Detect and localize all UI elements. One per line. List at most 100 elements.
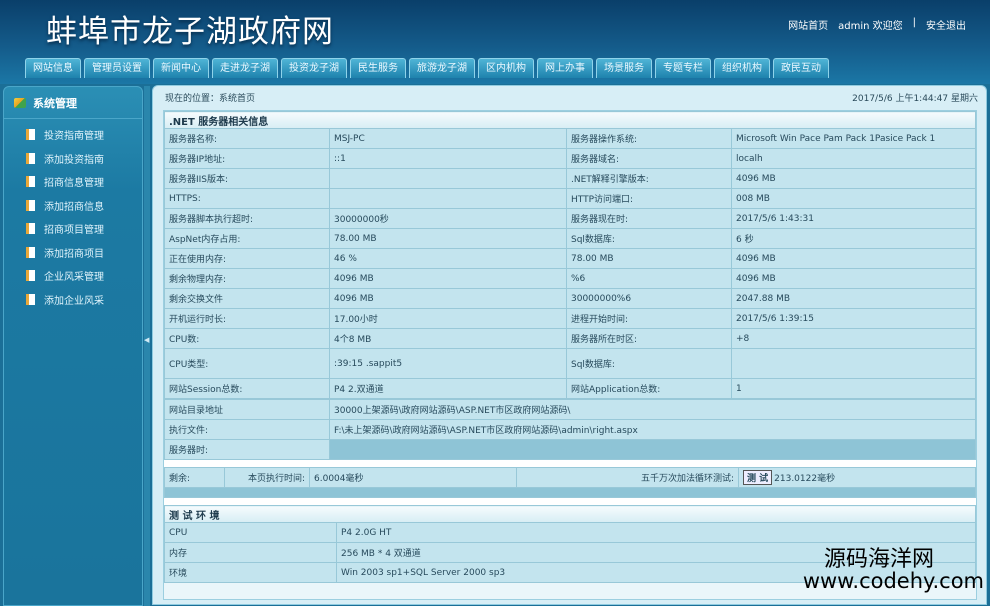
table-row: HTTPS: HTTP访问端口: 008 MB bbox=[164, 188, 976, 209]
table-row: 服务器IP地址:::1 服务器域名: localh bbox=[164, 148, 976, 169]
cell-value bbox=[329, 168, 567, 189]
document-icon bbox=[26, 152, 35, 164]
exec-time-label: 本页执行时间: bbox=[224, 467, 310, 488]
home-link[interactable]: 网站首页 bbox=[788, 17, 828, 32]
sidebar-item-label: 添加招商项目 bbox=[44, 248, 104, 260]
server-time-bar bbox=[329, 439, 976, 460]
cell-label: 服务器脚本执行超时: bbox=[164, 208, 330, 229]
section-title: .NET 服务器相关信息 bbox=[164, 111, 976, 129]
breadcrumb: 现在的位置：系统首页 bbox=[165, 93, 256, 104]
table-row: 服务器名称: MSJ-PC 服务器操作系统: Microsoft Win Pace P… bbox=[164, 128, 976, 149]
cell-label: 服务器名称: bbox=[164, 128, 330, 149]
sidebar-item[interactable]: 添加招商信息 bbox=[4, 194, 142, 218]
cell-label: 网站Application总数: bbox=[566, 378, 732, 399]
table-row: 开机运行时长: 17.00小时 进程开始时间: 2017/5/6 1:39:15 bbox=[164, 308, 976, 329]
loop-test-value: 213.0122毫秒 bbox=[774, 474, 836, 484]
cell-value: 4096 MB bbox=[731, 268, 976, 289]
cell-label: %6 bbox=[566, 268, 732, 289]
cell-value: F:\未上架源码\政府网站源码\ASP.NET市区政府网站源码\admin\ri… bbox=[329, 419, 976, 440]
cell-value: P4 2.双通道 bbox=[329, 378, 567, 399]
table-row: 剩余交换文件 4096 MB 30000000%6 2047.88 MB bbox=[164, 288, 976, 309]
watermark-name: 源码海洋网 bbox=[823, 547, 934, 572]
cell-value: 4096 MB bbox=[329, 288, 567, 309]
sidebar-item[interactable]: 招商信息管理 bbox=[4, 170, 142, 194]
cell-label: 执行文件: bbox=[164, 419, 330, 440]
nav-tab[interactable]: 旅游龙子湖 bbox=[409, 58, 475, 78]
main-nav: 网站信息 管理员设置 新闻中心 走进龙子湖 投资龙子湖 民生服务 旅游龙子湖 区内机构 网上办事… bbox=[25, 58, 829, 78]
cell-label: 进程开始时间: bbox=[566, 308, 732, 329]
sidebar-item[interactable]: 投资指南管理 bbox=[4, 123, 142, 147]
cell-label: HTTP访问端口: bbox=[566, 188, 732, 209]
cell-label: 开机运行时长: bbox=[164, 308, 330, 329]
nav-tab[interactable]: 专题专栏 bbox=[655, 58, 711, 78]
cell-value: localh bbox=[731, 148, 976, 169]
cell-value: 30000000秒 bbox=[329, 208, 567, 229]
cell-value: 46 % bbox=[329, 248, 567, 269]
cell-label: 网站Session总数: bbox=[164, 378, 330, 399]
nav-tab[interactable]: 区内机构 bbox=[478, 58, 534, 78]
table-row: 网站Session总数: P4 2.双通道 网站Application总数: 1 bbox=[164, 378, 976, 399]
cell-label: 服务器域名: bbox=[566, 148, 732, 169]
cell-label: HTTPS: bbox=[164, 188, 330, 209]
document-icon bbox=[26, 176, 35, 188]
table-row: 执行文件: F:\未上架源码\政府网站源码\ASP.NET市区政府网站源码\adm… bbox=[164, 419, 976, 440]
cell-value: Microsoft Win Pace Pam Pack 1Pasice Pack… bbox=[731, 128, 976, 149]
table-row: 服务器脚本执行超时: 30000000秒 服务器现在时: 2017/5/6 1:43:… bbox=[164, 208, 976, 229]
separator: | bbox=[912, 17, 916, 28]
sidebar-item[interactable]: 添加投资指南 bbox=[4, 147, 142, 171]
cell-label: CPU数: bbox=[164, 328, 330, 349]
nav-tab[interactable]: 走进龙子湖 bbox=[212, 58, 278, 78]
cell-label: 78.00 MB bbox=[566, 248, 732, 269]
nav-tab[interactable]: 政民互动 bbox=[773, 58, 829, 78]
document-icon bbox=[26, 246, 35, 258]
server-info-panel: .NET 服务器相关信息 服务器名称: MSJ-PC 服务器操作系统: Microso… bbox=[163, 110, 977, 600]
sidebar-item[interactable]: 添加企业风采 bbox=[4, 288, 142, 312]
sidebar-toggle-bar[interactable]: ◀ bbox=[144, 86, 150, 606]
table-row: CPU类型::39:15 .sappit5 Sql数据库: bbox=[164, 348, 976, 379]
cell-value: ::1 bbox=[329, 148, 567, 169]
location-bar: 现在的位置：系统首页 2017/5/6 上午1:44:47 星期六 bbox=[153, 86, 986, 108]
test-button[interactable]: 测 试 bbox=[743, 470, 773, 485]
exec-time-table: 剩余: 本页执行时间: 6.0004毫秒 五千万次加法循环测试: 测 试 213.… bbox=[164, 467, 976, 498]
nav-tab[interactable]: 管理员设置 bbox=[84, 58, 150, 78]
cell-label: CPU类型: bbox=[164, 348, 330, 379]
nav-tab[interactable]: 网站信息 bbox=[25, 58, 81, 78]
collapse-arrow-icon[interactable]: ◀ bbox=[144, 336, 149, 344]
nav-tab[interactable]: 民生服务 bbox=[350, 58, 406, 78]
logout-link[interactable]: 安全退出 bbox=[926, 17, 966, 32]
main-content: 现在的位置：系统首页 2017/5/6 上午1:44:47 星期六 .NET 服… bbox=[152, 85, 987, 605]
remain-label: 剩余: bbox=[164, 467, 225, 488]
sidebar-item[interactable]: 添加招商项目 bbox=[4, 241, 142, 265]
sidebar-item-label: 企业风采管理 bbox=[44, 272, 104, 284]
nav-tab[interactable]: 组织机构 bbox=[714, 58, 770, 78]
sidebar-item[interactable]: 企业风采管理 bbox=[4, 264, 142, 288]
cell-label: 服务器IP地址: bbox=[164, 148, 330, 169]
table-row: AspNet内存占用: 78.00 MB Sql数据库: 6 秒 bbox=[164, 228, 976, 249]
sidebar-item-label: 招商信息管理 bbox=[44, 178, 104, 190]
cell-label: 网站目录地址 bbox=[164, 399, 330, 420]
datetime: 2017/5/6 上午1:44:47 星期六 bbox=[852, 93, 978, 104]
cell-value: MSJ-PC bbox=[329, 128, 567, 149]
cell-value: 2047.88 MB bbox=[731, 288, 976, 309]
watermark-url: www.codehy.com bbox=[802, 569, 984, 593]
cell-value: :39:15 .sappit5 bbox=[329, 348, 567, 379]
cell-label: AspNet内存占用: bbox=[164, 228, 330, 249]
nav-tab[interactable]: 投资龙子湖 bbox=[281, 58, 347, 78]
env-label: 环境 bbox=[164, 562, 337, 583]
cell-label: 服务器操作系统: bbox=[566, 128, 732, 149]
header: 蚌埠市龙子湖政府网 网站首页 admin 欢迎您 | 安全退出 网站信息 管理员设… bbox=[0, 0, 990, 84]
sidebar-item[interactable]: 招商项目管理 bbox=[4, 217, 142, 241]
table-row: 网站目录地址 30000上架源码\政府网站源码\ASP.NET市区政府网站源码\ bbox=[164, 399, 976, 420]
cell-label: 服务器IIS版本: bbox=[164, 168, 330, 189]
env-section-title: 测 试 环 境 bbox=[164, 505, 976, 523]
sidebar-title[interactable]: 系统管理 bbox=[4, 87, 142, 119]
cell-value: 30000上架源码\政府网站源码\ASP.NET市区政府网站源码\ bbox=[329, 399, 976, 420]
nav-tab[interactable]: 网上办事 bbox=[537, 58, 593, 78]
nav-tab[interactable]: 场景服务 bbox=[596, 58, 652, 78]
server-extra-table: 网站目录地址 30000上架源码\政府网站源码\ASP.NET市区政府网站源码\ 执… bbox=[164, 399, 976, 460]
nav-tab[interactable]: 新闻中心 bbox=[153, 58, 209, 78]
sidebar-item-label: 投资指南管理 bbox=[44, 131, 104, 143]
document-icon bbox=[26, 270, 35, 282]
cell-value: 4个8 MB bbox=[329, 328, 567, 349]
sidebar: 系统管理 投资指南管理添加投资指南招商信息管理添加招商信息 招商项目管理添加招商项… bbox=[3, 86, 143, 606]
